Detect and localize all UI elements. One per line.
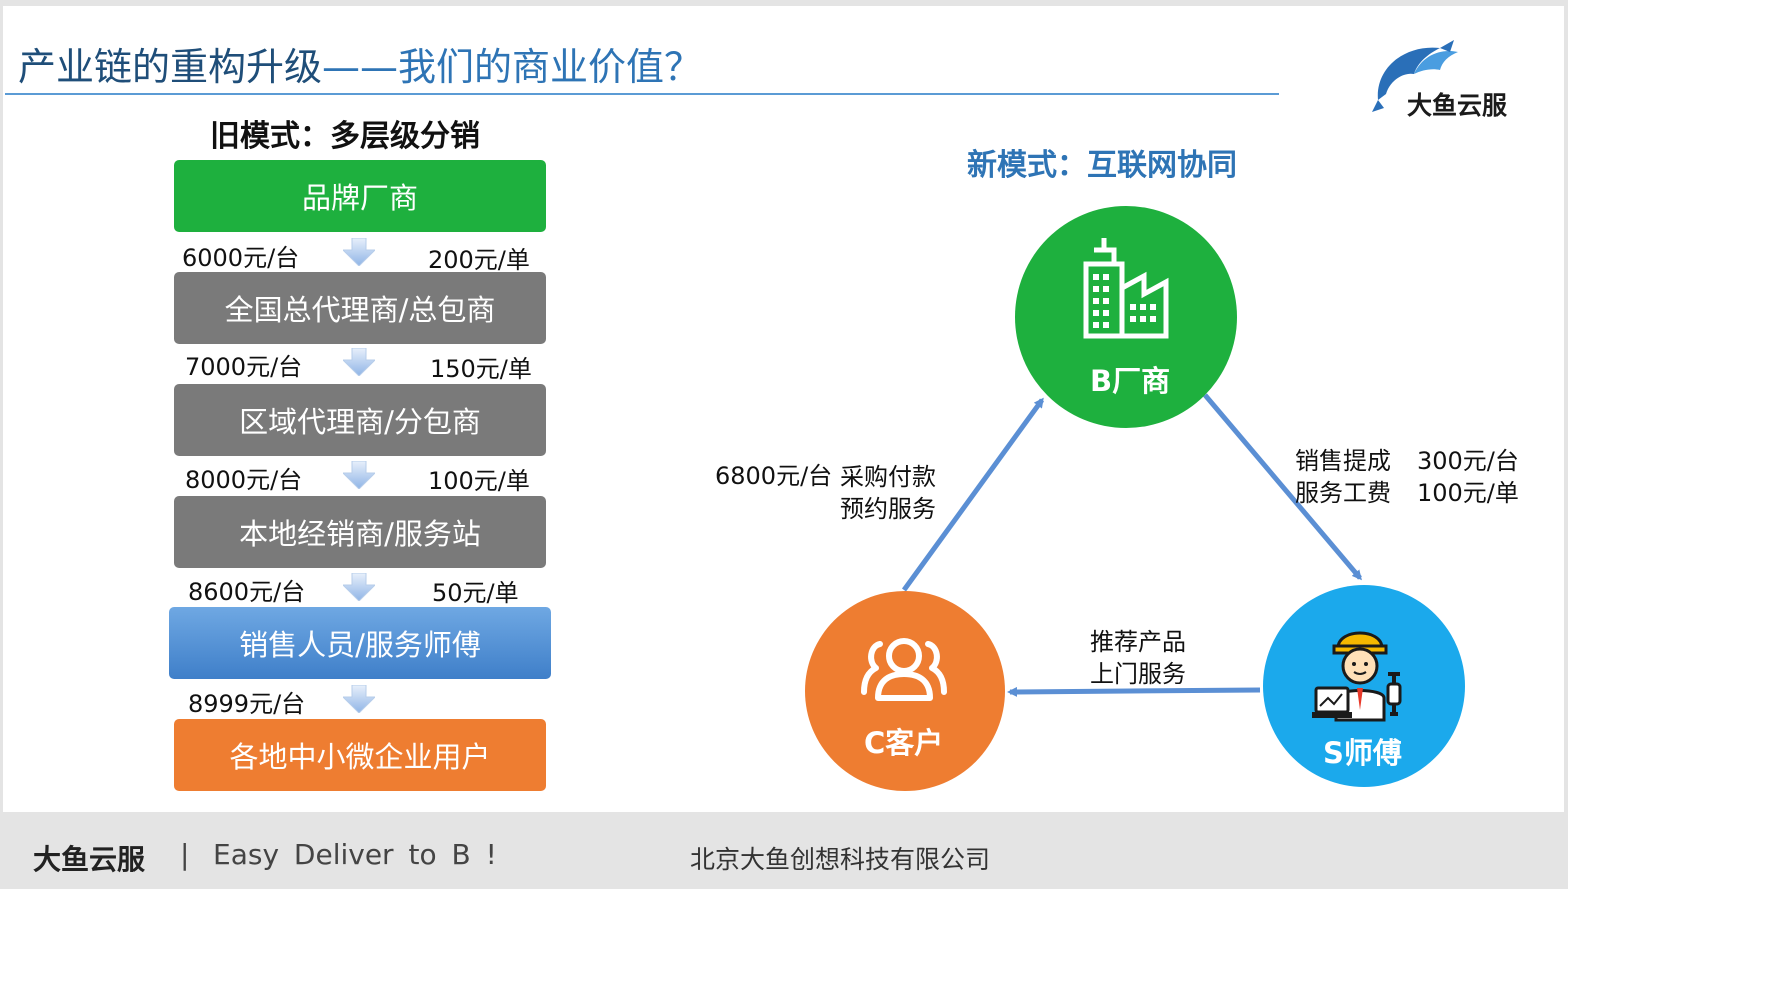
edge-b-s-value1: 300元/台 <box>1417 447 1519 475</box>
order-price: 200元/单 <box>428 246 530 274</box>
down-arrow-icon <box>343 685 375 713</box>
level-end-users: 各地中小微企业用户 <box>174 719 546 791</box>
new-model-title: 新模式：互联网协同 <box>967 148 1237 183</box>
edge-s-c-line1: 推荐产品 <box>1090 628 1186 656</box>
level-brand-manufacturer: 品牌厂商 <box>174 160 546 232</box>
level-local-dealer: 本地经销商/服务站 <box>174 496 546 568</box>
down-arrow-icon <box>343 461 375 489</box>
node-s-label: S师傅 <box>1323 736 1402 770</box>
edge-c-b-price: 6800元/台 <box>715 462 833 490</box>
building-icon <box>1083 238 1169 339</box>
edge-b-s-value2: 100元/单 <box>1417 479 1519 507</box>
footer-slogan: Easy Deliver to B ! <box>213 838 497 871</box>
down-arrow-icon <box>343 238 375 266</box>
node-c-label: C客户 <box>864 726 944 760</box>
title-accent: ——我们的商业价值？ <box>322 45 703 89</box>
order-price: 100元/单 <box>428 467 530 495</box>
order-price: 150元/单 <box>430 355 532 383</box>
level-regional-agent: 区域代理商/分包商 <box>174 384 546 456</box>
node-b-label: B厂商 <box>1090 364 1171 398</box>
footer-separator: | <box>180 838 190 871</box>
edge-b-s-line1: 销售提成 <box>1295 447 1391 475</box>
edge-s-c-line2: 上门服务 <box>1090 660 1186 688</box>
edge-b-s-line2: 服务工费 <box>1295 479 1391 507</box>
title-divider <box>5 93 1279 95</box>
down-arrow-icon <box>343 573 375 601</box>
unit-price: 8600元/台 <box>188 578 306 606</box>
edge-c-b-line1: 采购付款 <box>840 463 936 491</box>
old-model-title: 旧模式：多层级分销 <box>210 119 480 154</box>
page-title: 产业链的重构升级——我们的商业价值？ <box>18 36 702 91</box>
worker-icon <box>1312 631 1402 722</box>
logo-text: 大鱼云服 <box>1407 91 1508 120</box>
unit-price: 7000元/台 <box>185 353 303 381</box>
level-sales-staff: 销售人员/服务师傅 <box>169 607 551 679</box>
footer-brand: 大鱼云服 <box>33 843 146 876</box>
users-icon <box>861 638 947 701</box>
order-price: 50元/单 <box>432 579 519 607</box>
level-national-agent: 全国总代理商/总包商 <box>174 272 546 344</box>
unit-price: 8000元/台 <box>185 466 303 494</box>
title-main: 产业链的重构升级 <box>18 45 323 89</box>
down-arrow-icon <box>343 348 375 376</box>
edge-c-b-line2: 预约服务 <box>840 495 936 523</box>
unit-price: 8999元/台 <box>188 690 306 718</box>
unit-price: 6000元/台 <box>182 244 300 272</box>
footer-company: 北京大鱼创想科技有限公司 <box>690 845 991 874</box>
